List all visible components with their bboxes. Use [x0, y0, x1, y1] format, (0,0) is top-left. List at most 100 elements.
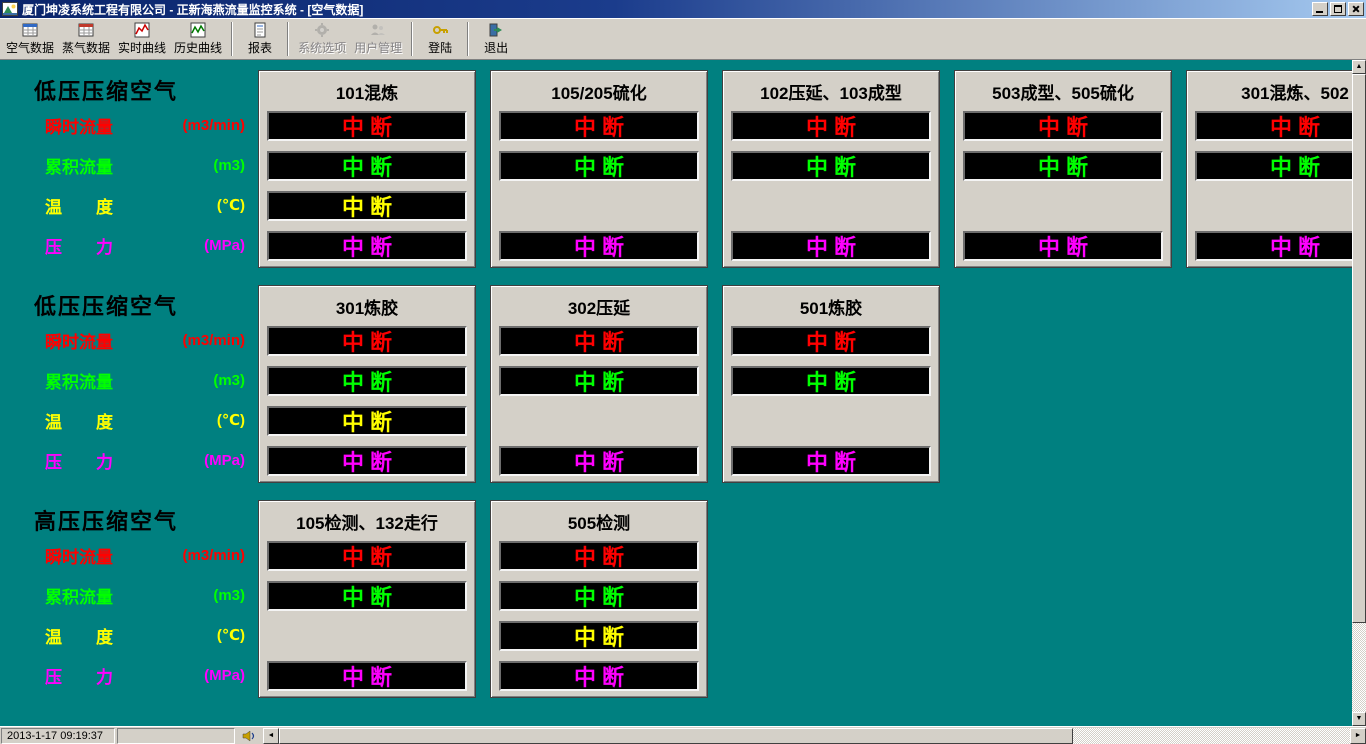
- value-cumulative-flow: 中断: [963, 151, 1163, 181]
- value-cumulative-flow: 中断: [267, 151, 467, 181]
- value-temperature: 中断: [267, 191, 467, 221]
- value-instant-flow: 中断: [499, 326, 699, 356]
- login-key-icon: [432, 22, 448, 38]
- statusbar-empty-cell: [117, 728, 235, 744]
- value-cumulative-flow: 中断: [267, 581, 467, 611]
- down-arrow-icon: ▼: [1356, 715, 1363, 722]
- toolbar-button-label: 蒸气数据: [62, 39, 110, 56]
- toolbar-button-air-data[interactable]: 空气数据: [2, 19, 58, 59]
- section-title: 低压压缩空气: [34, 74, 178, 106]
- panel-title: 505检测: [491, 509, 707, 534]
- minimize-icon: [1316, 11, 1323, 13]
- value-cumulative-flow: 中断: [1195, 151, 1366, 181]
- steam-data-icon: [78, 22, 94, 38]
- panel-501-rubber-mixing: 501炼胶 中断 中断 中断: [722, 285, 940, 483]
- value-instant-flow: 中断: [963, 111, 1163, 141]
- toolbar-button-exit[interactable]: 退出: [474, 19, 518, 59]
- param-cumulative-flow: 累积流量(m3): [45, 580, 245, 610]
- value-temperature: 中断: [267, 406, 467, 436]
- speaker-icon[interactable]: [238, 728, 260, 744]
- param-instant-flow: 瞬时流量(m3/min): [45, 325, 245, 355]
- toolbar-button-label: 报表: [248, 39, 272, 56]
- horizontal-scroll-thumb[interactable]: [279, 728, 1073, 744]
- value-instant-flow: 中断: [731, 111, 931, 141]
- toolbar-button-login[interactable]: 登陆: [418, 19, 462, 59]
- realtime-curve-icon: [134, 22, 150, 38]
- minimize-button[interactable]: [1312, 2, 1328, 16]
- horizontal-scroll-track[interactable]: [1073, 728, 1350, 744]
- horizontal-scrollbar[interactable]: ◄ ►: [263, 728, 1366, 744]
- toolbar-button-user-management[interactable]: 用户管理: [350, 19, 406, 59]
- value-cumulative-flow: 中断: [267, 366, 467, 396]
- value-pressure: 中断: [731, 446, 931, 476]
- scroll-right-button[interactable]: ►: [1350, 728, 1366, 744]
- value-pressure: 中断: [499, 231, 699, 261]
- window-title: 厦门坤凌系统工程有限公司 - 正新海燕流量监控系统 - [空气数据]: [22, 1, 1312, 18]
- panel-102-calendering-103-forming: 102压延、103成型 中断 中断 中断: [722, 70, 940, 268]
- param-temperature: 温 度(℃): [45, 190, 245, 220]
- value-temperature: 中断: [499, 621, 699, 651]
- toolbar-button-report[interactable]: 报表: [238, 19, 282, 59]
- scroll-left-button[interactable]: ◄: [263, 728, 279, 744]
- toolbar-button-label: 系统选项: [298, 39, 346, 56]
- toolbar-button-label: 登陆: [428, 39, 452, 56]
- toolbar-button-system-options[interactable]: 系统选项: [294, 19, 350, 59]
- param-cumulative-flow: 累积流量(m3): [45, 365, 245, 395]
- panel-title: 105/205硫化: [491, 79, 707, 104]
- toolbar-button-history-curve[interactable]: 历史曲线: [170, 19, 226, 59]
- air-data-icon: [22, 22, 38, 38]
- panel-title: 503成型、505硫化: [955, 79, 1171, 104]
- value-instant-flow: 中断: [499, 111, 699, 141]
- section-low-pressure-air-1: 低压压缩空气 瞬时流量(m3/min) 累积流量(m3) 温 度(℃) 压 力(…: [0, 70, 1366, 275]
- param-cumulative-flow: 累积流量(m3): [45, 150, 245, 180]
- app-icon: [2, 2, 18, 16]
- value-pressure: 中断: [267, 661, 467, 691]
- panel-503-forming-505-vulcanizing: 503成型、505硫化 中断 中断 中断: [954, 70, 1172, 268]
- value-pressure: 中断: [731, 231, 931, 261]
- param-pressure: 压 力(MPa): [45, 230, 245, 260]
- panel-title: 501炼胶: [723, 294, 939, 319]
- vertical-scrollbar[interactable]: ▲ ▼: [1352, 60, 1366, 726]
- value-pressure: 中断: [963, 231, 1163, 261]
- toolbar-separator: [411, 22, 413, 56]
- section-title: 低压压缩空气: [34, 289, 178, 321]
- value-instant-flow: 中断: [267, 326, 467, 356]
- value-pressure: 中断: [267, 446, 467, 476]
- history-curve-icon: [190, 22, 206, 38]
- toolbar-button-label: 空气数据: [6, 39, 54, 56]
- param-instant-flow: 瞬时流量(m3/min): [45, 540, 245, 570]
- report-icon: [252, 22, 268, 38]
- scroll-down-button[interactable]: ▼: [1352, 712, 1366, 726]
- panel-title: 101混炼: [259, 79, 475, 104]
- value-pressure: 中断: [499, 661, 699, 691]
- app-window: 厦门坤凌系统工程有限公司 - 正新海燕流量监控系统 - [空气数据] 空气数据 …: [0, 0, 1366, 744]
- vertical-scroll-track[interactable]: [1352, 74, 1366, 712]
- panel-title: 105检测、132走行: [259, 509, 475, 534]
- toolbar-button-realtime-curve[interactable]: 实时曲线: [114, 19, 170, 59]
- vertical-scroll-thumb[interactable]: [1352, 74, 1366, 623]
- toolbar-button-label: 用户管理: [354, 39, 402, 56]
- value-cumulative-flow: 中断: [499, 366, 699, 396]
- up-arrow-icon: ▲: [1356, 63, 1363, 70]
- statusbar-timestamp: 2013-1-17 09:19:37: [1, 728, 115, 744]
- restore-button[interactable]: [1330, 2, 1346, 16]
- user-management-icon: [370, 22, 386, 38]
- value-instant-flow: 中断: [267, 541, 467, 571]
- param-pressure: 压 力(MPa): [45, 660, 245, 690]
- value-instant-flow: 中断: [1195, 111, 1366, 141]
- param-instant-flow: 瞬时流量(m3/min): [45, 110, 245, 140]
- scroll-up-button[interactable]: ▲: [1352, 60, 1366, 74]
- close-button[interactable]: [1348, 2, 1364, 16]
- panel-302-calendering: 302压延 中断 中断 中断: [490, 285, 708, 483]
- toolbar: 空气数据 蒸气数据 实时曲线 历史曲线 报表 系统选项 用户管理: [0, 18, 1366, 60]
- panel-105-testing-132-running: 105检测、132走行 中断 中断 中断: [258, 500, 476, 698]
- value-cumulative-flow: 中断: [731, 151, 931, 181]
- statusbar: 2013-1-17 09:19:37 ◄ ►: [0, 726, 1366, 744]
- exit-icon: [488, 22, 504, 38]
- toolbar-separator: [231, 22, 233, 56]
- panel-title: 301炼胶: [259, 294, 475, 319]
- toolbar-button-steam-data[interactable]: 蒸气数据: [58, 19, 114, 59]
- right-arrow-icon: ►: [1355, 732, 1362, 739]
- toolbar-button-label: 退出: [484, 39, 508, 56]
- param-temperature: 温 度(℃): [45, 405, 245, 435]
